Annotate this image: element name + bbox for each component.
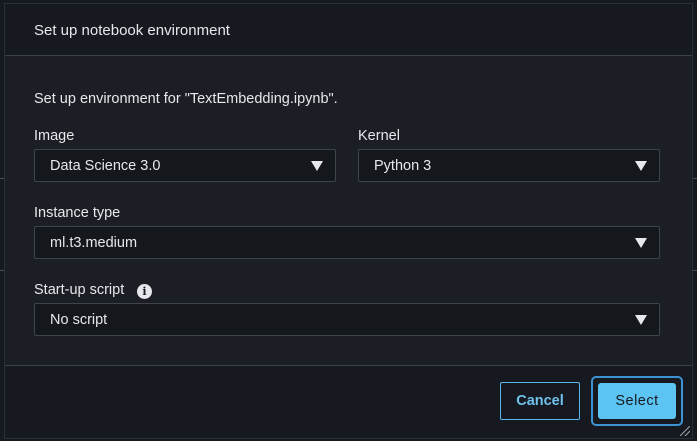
kernel-select-value: Python 3 [374,158,432,174]
caret-down-icon [635,315,647,325]
setup-environment-dialog: Set up notebook environment Set up envir… [4,3,693,439]
caret-down-icon [635,161,647,171]
cancel-button[interactable]: Cancel [500,382,580,420]
startup-script-label: Start-up script [34,282,125,298]
instance-type-select[interactable]: ml.t3.medium [34,226,660,259]
image-select-value: Data Science 3.0 [50,158,161,174]
resize-handle-icon[interactable] [680,426,690,436]
image-label: Image [34,128,75,144]
dialog-title: Set up notebook environment [34,22,230,39]
dialog-body: Set up environment for "TextEmbedding.ip… [5,56,692,365]
instance-type-select-value: ml.t3.medium [50,235,138,251]
select-button-focus-ring: Select [591,376,683,426]
kernel-select[interactable]: Python 3 [358,149,660,182]
startup-script-select[interactable]: No script [34,303,660,336]
dialog-header: Set up notebook environment [5,4,692,56]
caret-down-icon [311,161,323,171]
caret-down-icon [635,238,647,248]
image-select[interactable]: Data Science 3.0 [34,149,336,182]
select-button[interactable]: Select [598,383,676,419]
instance-type-label: Instance type [34,205,121,221]
info-icon[interactable]: i [137,284,152,299]
dialog-footer: Cancel Select [5,365,692,438]
kernel-label: Kernel [358,128,400,144]
startup-script-select-value: No script [50,312,108,328]
dialog-description: Set up environment for "TextEmbedding.ip… [34,91,338,107]
